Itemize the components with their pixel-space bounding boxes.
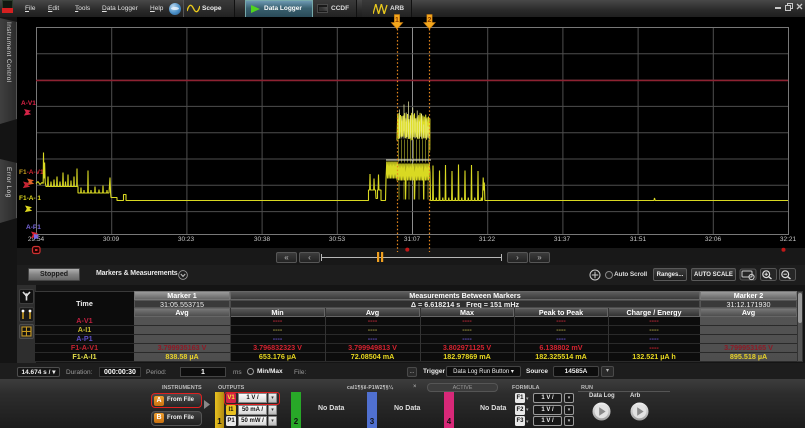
svg-text:1: 1 xyxy=(395,17,399,24)
svg-text:2: 2 xyxy=(428,17,432,24)
